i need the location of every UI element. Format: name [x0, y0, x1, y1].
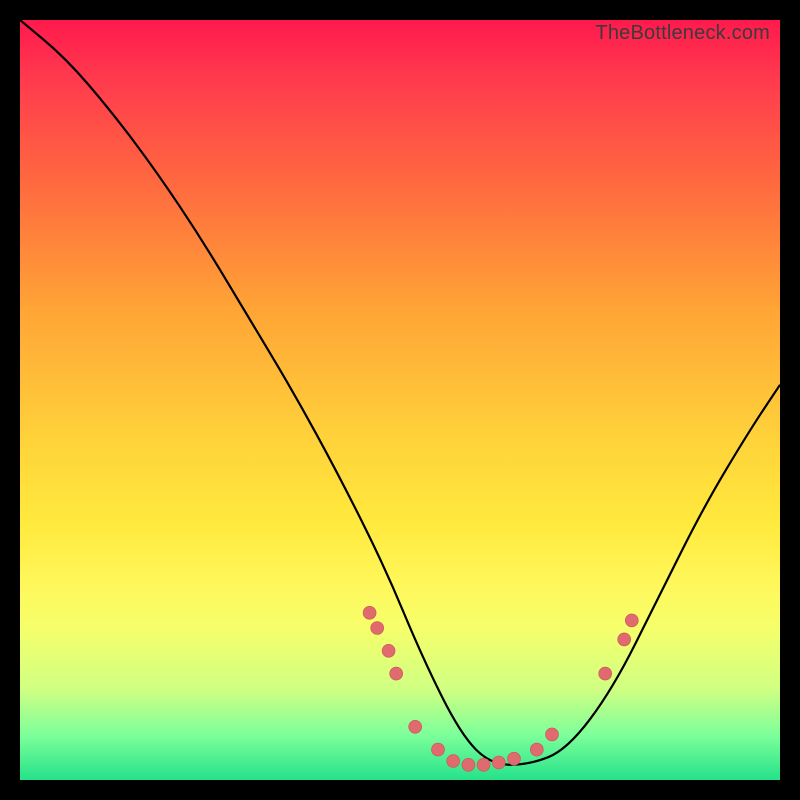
chart-svg — [20, 20, 780, 780]
scatter-dot — [390, 667, 403, 680]
scatter-dot — [363, 606, 376, 619]
scatter-dot — [546, 728, 559, 741]
chart-plot-area: TheBottleneck.com — [20, 20, 780, 780]
scatter-dot — [447, 755, 460, 768]
watermark-label: TheBottleneck.com — [595, 22, 770, 45]
scatter-dot — [508, 752, 521, 765]
scatter-dot — [625, 614, 638, 627]
scatter-dot — [432, 743, 445, 756]
scatter-dot — [530, 743, 543, 756]
scatter-group — [363, 606, 638, 771]
scatter-dot — [618, 633, 631, 646]
scatter-dot — [409, 720, 422, 733]
scatter-dot — [462, 758, 475, 771]
scatter-dot — [492, 756, 505, 769]
scatter-dot — [477, 758, 490, 771]
chart-stage: TheBottleneck.com — [0, 0, 800, 800]
scatter-dot — [371, 622, 384, 635]
scatter-dot — [382, 644, 395, 657]
scatter-dot — [599, 667, 612, 680]
bottleneck-curve-path — [20, 20, 780, 765]
